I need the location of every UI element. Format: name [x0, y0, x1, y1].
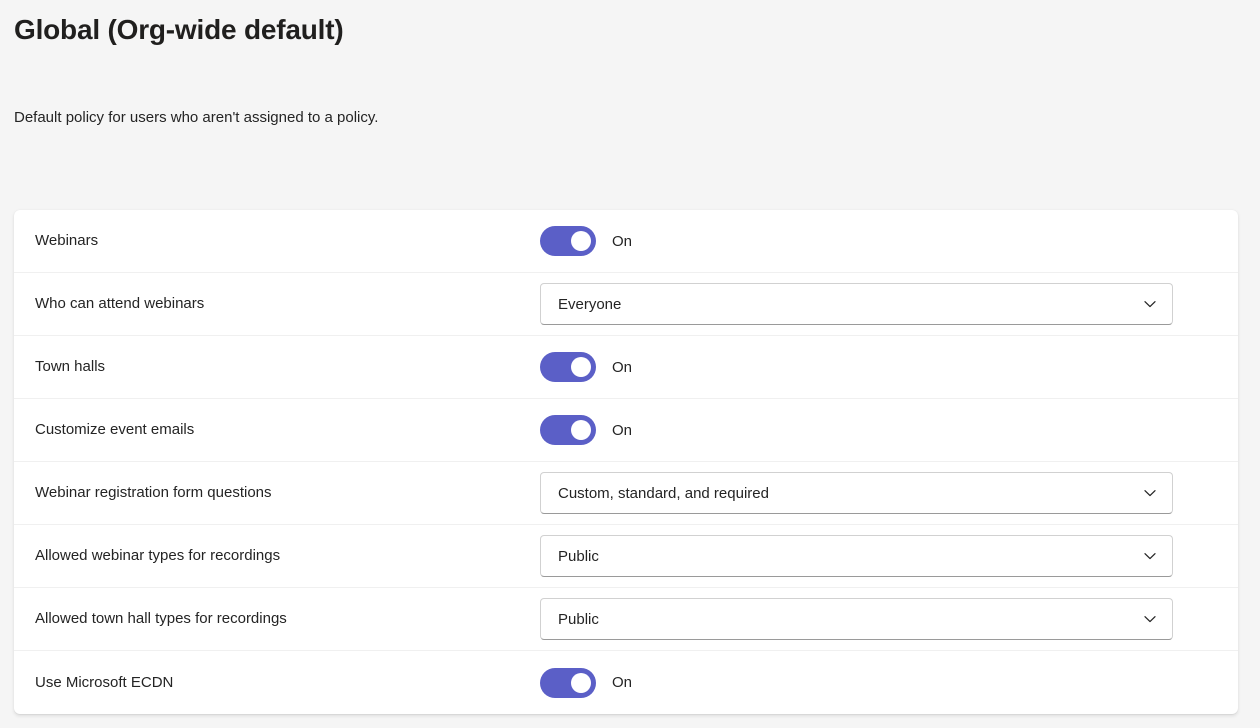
setting-control-customize-event-emails: On	[540, 415, 1216, 445]
dropdown-who-can-attend-webinars[interactable]: Everyone	[540, 283, 1173, 325]
setting-row-webinars: Webinars On	[14, 210, 1238, 273]
setting-control-webinar-registration-form-questions: Custom, standard, and required	[540, 472, 1216, 514]
setting-row-who-can-attend-webinars: Who can attend webinars Everyone	[14, 273, 1238, 336]
setting-label-webinars: Webinars	[35, 232, 99, 250]
setting-row-allowed-town-hall-types-for-recordings: Allowed town hall types for recordings Pu…	[14, 588, 1238, 651]
toggle-switch-use-microsoft-ecdn[interactable]	[540, 667, 596, 698]
toggle-knob	[571, 357, 591, 377]
setting-control-use-microsoft-ecdn: On	[540, 667, 1216, 698]
settings-card: Webinars On Who can attend webinars Everyon…	[14, 210, 1238, 714]
toggle-switch-webinars[interactable]	[540, 226, 596, 256]
setting-row-customize-event-emails: Customize event emails On	[14, 399, 1238, 462]
page-subtitle: Default policy for users who aren't assi…	[14, 109, 379, 126]
setting-control-who-can-attend-webinars: Everyone	[540, 283, 1216, 325]
policy-settings-page: Global (Org-wide default) Default policy…	[0, 0, 1260, 728]
toggle-state-label-customize-event-emails: On	[612, 421, 633, 439]
chevron-down-icon	[1142, 611, 1158, 627]
toggle-group-use-microsoft-ecdn: On	[540, 667, 633, 698]
setting-control-allowed-webinar-types-for-recordings: Public	[540, 535, 1216, 577]
setting-row-allowed-webinar-types-for-recordings: Allowed webinar types for recordings Publ…	[14, 525, 1238, 588]
setting-control-allowed-town-hall-types-for-recordings: Public	[540, 598, 1216, 640]
toggle-knob	[571, 672, 591, 693]
setting-label-allowed-town-hall-types-for-recordings: Allowed town hall types for recordings	[35, 610, 287, 628]
setting-row-use-microsoft-ecdn: Use Microsoft ECDN On	[14, 651, 1238, 714]
chevron-down-icon	[1142, 296, 1158, 312]
setting-label-town-halls: Town halls	[35, 358, 106, 376]
toggle-state-label-town-halls: On	[612, 358, 633, 376]
setting-label-allowed-webinar-types-for-recordings: Allowed webinar types for recordings	[35, 547, 281, 565]
setting-label-who-can-attend-webinars: Who can attend webinars	[35, 295, 205, 313]
toggle-group-webinars: On	[540, 226, 632, 256]
chevron-down-icon	[1142, 485, 1158, 501]
setting-label-use-microsoft-ecdn: Use Microsoft ECDN	[35, 673, 174, 691]
dropdown-value-allowed-webinar-types-for-recordings: Public	[558, 547, 599, 565]
dropdown-value-who-can-attend-webinars: Everyone	[558, 295, 622, 313]
chevron-down-icon	[1142, 548, 1158, 564]
toggle-switch-town-halls[interactable]	[540, 352, 596, 382]
setting-control-town-halls: On	[540, 352, 1216, 382]
dropdown-webinar-registration-form-questions[interactable]: Custom, standard, and required	[540, 472, 1173, 514]
page-title: Global (Org-wide default)	[14, 14, 344, 45]
setting-control-webinars: On	[540, 226, 1216, 256]
dropdown-allowed-webinar-types-for-recordings[interactable]: Public	[540, 535, 1173, 577]
toggle-group-customize-event-emails: On	[540, 415, 632, 445]
setting-row-webinar-registration-form-questions: Webinar registration form questions Custo…	[14, 462, 1238, 525]
setting-row-town-halls: Town halls On	[14, 336, 1238, 399]
dropdown-value-webinar-registration-form-questions: Custom, standard, and required	[558, 484, 769, 502]
toggle-state-label-webinars: On	[612, 232, 633, 250]
toggle-knob	[571, 420, 591, 440]
toggle-state-label-use-microsoft-ecdn: On	[612, 674, 633, 691]
dropdown-value-allowed-town-hall-types-for-recordings: Public	[558, 610, 599, 628]
toggle-switch-customize-event-emails[interactable]	[540, 415, 596, 445]
setting-label-customize-event-emails: Customize event emails	[35, 421, 195, 439]
toggle-group-town-halls: On	[540, 352, 632, 382]
dropdown-allowed-town-hall-types-for-recordings[interactable]: Public	[540, 598, 1173, 640]
setting-label-webinar-registration-form-questions: Webinar registration form questions	[35, 484, 272, 502]
toggle-knob	[571, 231, 591, 251]
